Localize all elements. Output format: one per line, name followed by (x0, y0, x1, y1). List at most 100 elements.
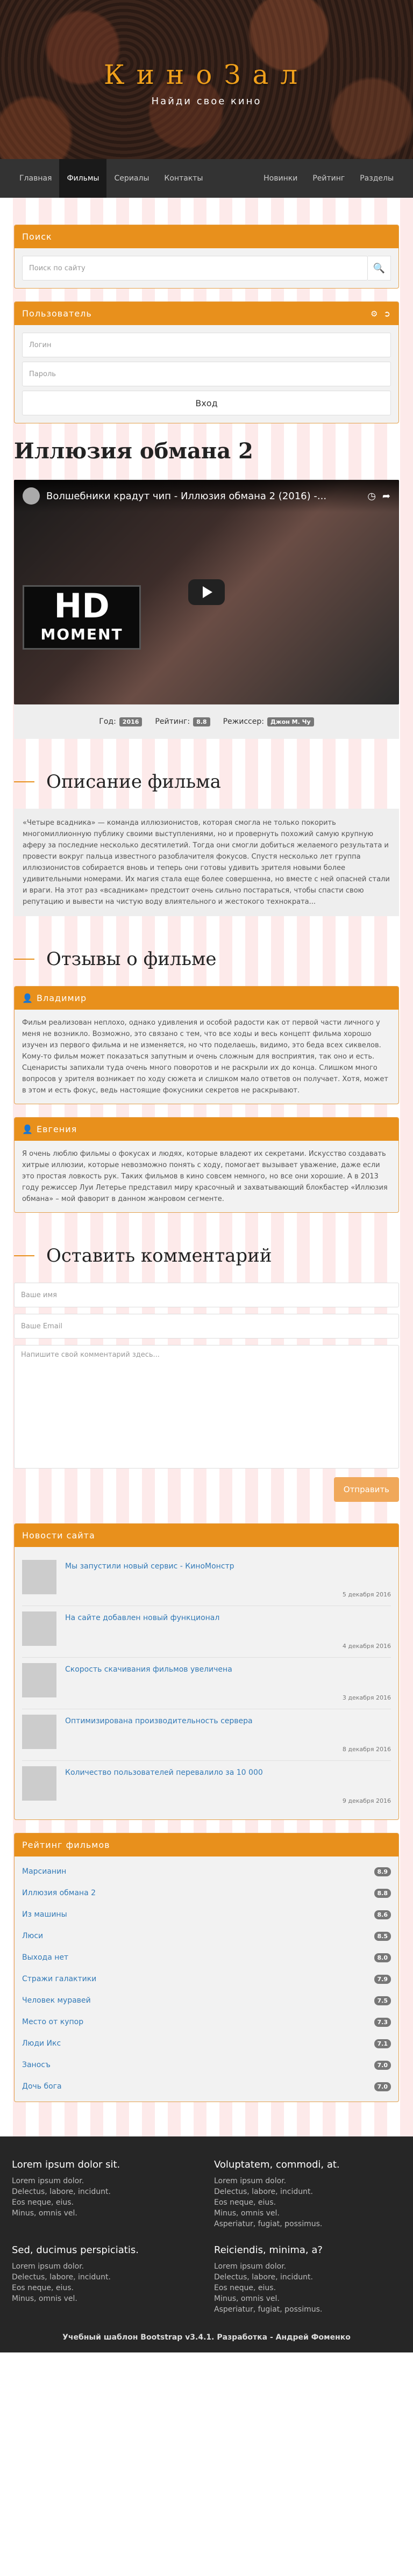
ratings-panel-title: Рейтинг фильмов (22, 1840, 110, 1850)
email-field[interactable]: Ваше Email (14, 1314, 399, 1339)
footer-column: Lorem ipsum dolor sit. Lorem ipsum dolor.… (12, 2159, 199, 2229)
description-heading: Описание фильма (14, 771, 399, 793)
moment-badge-text: MOMENT (40, 625, 123, 643)
footer-link[interactable]: Eos neque, eius. (214, 2283, 401, 2293)
rating-film-link[interactable]: Марсианин (22, 1867, 66, 1876)
rating-film-link[interactable]: Люди Икс (22, 2039, 61, 2048)
rating-film-link[interactable]: Люси (22, 1932, 43, 1940)
comment-heading: Оставить комментарий (14, 1245, 399, 1267)
film-title: Иллюзия обмана 2 (14, 438, 253, 464)
share-icon[interactable]: ➦ (382, 491, 390, 502)
news-title[interactable]: Оптимизирована производительность сервер… (65, 1717, 253, 1725)
heading-divider (14, 781, 34, 782)
channel-avatar[interactable] (23, 487, 40, 505)
news-title[interactable]: Скорость скачивания фильмов увеличена (65, 1665, 232, 1674)
year-badge: 2016 (119, 717, 143, 726)
footer-link[interactable]: Lorem ipsum dolor. (214, 2261, 401, 2272)
news-item: Количество пользователей перевалило за 1… (22, 1761, 391, 1812)
news-thumbnail[interactable] (22, 1611, 56, 1646)
news-title[interactable]: Количество пользователей перевалило за 1… (65, 1768, 263, 1777)
footer-link[interactable]: Asperiatur, fugiat, possimus. (214, 2304, 401, 2315)
news-thumbnail[interactable] (22, 1560, 56, 1594)
rating-item: Стражи галактики 7.9 (15, 1968, 398, 1990)
settings-icon[interactable]: ⚙ (371, 309, 378, 319)
search-button[interactable]: 🔍 (367, 256, 391, 280)
nav-home[interactable]: Главная (12, 159, 59, 198)
footer-link[interactable]: Lorem ipsum dolor. (12, 2261, 199, 2272)
news-thumbnail[interactable] (22, 1715, 56, 1749)
user-icon: 👤 (22, 1124, 33, 1134)
footer-link[interactable]: Eos neque, eius. (12, 2283, 199, 2293)
footer-link[interactable]: Eos neque, eius. (12, 2197, 199, 2208)
rating-film-link[interactable]: Стражи галактики (22, 1975, 96, 1983)
footer-link[interactable]: Asperiatur, fugiat, possimus. (214, 2219, 401, 2229)
news-item: Мы запустили новый сервис - КиноМонстр 5… (22, 1555, 391, 1606)
rating-film-link[interactable]: Иллюзия обмана 2 (22, 1889, 96, 1897)
name-field[interactable]: Ваше имя (14, 1283, 399, 1307)
user-panel-title: Пользователь (22, 308, 92, 319)
search-input[interactable]: Поиск по сайту (22, 256, 368, 280)
footer-link[interactable]: Delectus, labore, incidunt. (12, 2186, 199, 2197)
footer-link[interactable]: Minus, omnis vel. (12, 2208, 199, 2219)
rating-item: Дочь бога 7.0 (15, 2076, 398, 2097)
rating-film-link[interactable]: Дочь бога (22, 2082, 62, 2091)
user-panel: Пользователь ⚙ ➲ Логин Пароль Вход (14, 301, 399, 423)
news-title[interactable]: На сайте добавлен новый функционал (65, 1614, 219, 1622)
rating-item: Заносъ 7.0 (15, 2054, 398, 2076)
nav-new[interactable]: Новинки (256, 159, 305, 198)
footer-link[interactable]: Minus, omnis vel. (214, 2208, 401, 2219)
rating-list: Марсианин 8.9 Иллюзия обмана 2 8.8 Из машины… (15, 1857, 398, 2102)
heading-divider (14, 959, 34, 960)
video-title[interactable]: Волшебники крадут чип - Иллюзия обмана 2… (46, 491, 361, 502)
rating-item: Место от купор 7.3 (15, 2011, 398, 2033)
nav-series[interactable]: Сериалы (106, 159, 156, 198)
news-title[interactable]: Мы запустили новый сервис - КиноМонстр (65, 1562, 234, 1571)
comment-title: Оставить комментарий (46, 1245, 272, 1267)
rating-film-link[interactable]: Заносъ (22, 2061, 51, 2069)
main-navbar: Главная Фильмы Сериалы Контакты Новинки … (0, 159, 413, 198)
description-text: «Четыре всадника» — команда иллюзионисто… (14, 809, 399, 916)
footer-link[interactable]: Minus, omnis vel. (214, 2293, 401, 2304)
news-thumbnail[interactable] (22, 1766, 56, 1801)
rating-label: Рейтинг: (155, 717, 190, 726)
nav-rating[interactable]: Рейтинг (305, 159, 352, 198)
video-player[interactable]: Волшебники крадут чип - Иллюзия обмана 2… (14, 480, 399, 704)
logout-icon[interactable]: ➲ (383, 309, 391, 319)
footer-link[interactable]: Delectus, labore, incidunt. (214, 2272, 401, 2283)
footer-column: Sed, ducimus perspiciatis. Lorem ipsum do… (12, 2244, 199, 2315)
news-item: Скорость скачивания фильмов увеличена 3 … (22, 1658, 391, 1709)
search-panel-title: Поиск (22, 232, 52, 242)
news-thumbnail[interactable] (22, 1663, 56, 1697)
login-button[interactable]: Вход (22, 391, 391, 415)
rating-item: Из машины 8.6 (15, 1904, 398, 1925)
password-field[interactable]: Пароль (22, 362, 391, 386)
watch-later-icon[interactable]: ◷ (367, 491, 376, 502)
nav-films[interactable]: Фильмы (59, 159, 107, 198)
hd-badge-text: HD (54, 586, 110, 625)
news-date: 5 декабря 2016 (342, 1591, 391, 1598)
rating-film-link[interactable]: Место от купор (22, 2018, 83, 2026)
send-button[interactable]: Отправить (333, 1477, 399, 1502)
rating-value-badge: 7.0 (374, 2060, 391, 2070)
footer-link[interactable]: Delectus, labore, incidunt. (214, 2186, 401, 2197)
comment-textarea[interactable]: Напишите свой комментарий здесь... (14, 1345, 399, 1469)
footer-link[interactable]: Minus, omnis vel. (12, 2293, 199, 2304)
review-text: Фильм реализован неплохо, однако удивлен… (22, 1019, 388, 1095)
rating-value-badge: 8.8 (374, 1888, 391, 1898)
footer-link[interactable]: Eos neque, eius. (214, 2197, 401, 2208)
news-date: 8 декабря 2016 (342, 1746, 391, 1753)
site-footer: Lorem ipsum dolor sit. Lorem ipsum dolor.… (0, 2136, 413, 2352)
footer-link[interactable]: Delectus, labore, incidunt. (12, 2272, 199, 2283)
rating-film-link[interactable]: Человек муравей (22, 1996, 91, 2005)
login-field[interactable]: Логин (22, 333, 391, 357)
search-panel-heading: Поиск (15, 225, 398, 248)
play-button[interactable] (188, 579, 225, 605)
rating-item: Иллюзия обмана 2 8.8 (15, 1882, 398, 1904)
footer-link[interactable]: Lorem ipsum dolor. (214, 2176, 401, 2186)
footer-link[interactable]: Lorem ipsum dolor. (12, 2176, 199, 2186)
nav-sections[interactable]: Разделы (352, 159, 401, 198)
rating-film-link[interactable]: Выхода нет (22, 1953, 68, 1962)
nav-contacts[interactable]: Контакты (156, 159, 210, 198)
brand-logo[interactable]: КиноЗал (0, 0, 413, 90)
rating-film-link[interactable]: Из машины (22, 1910, 67, 1919)
